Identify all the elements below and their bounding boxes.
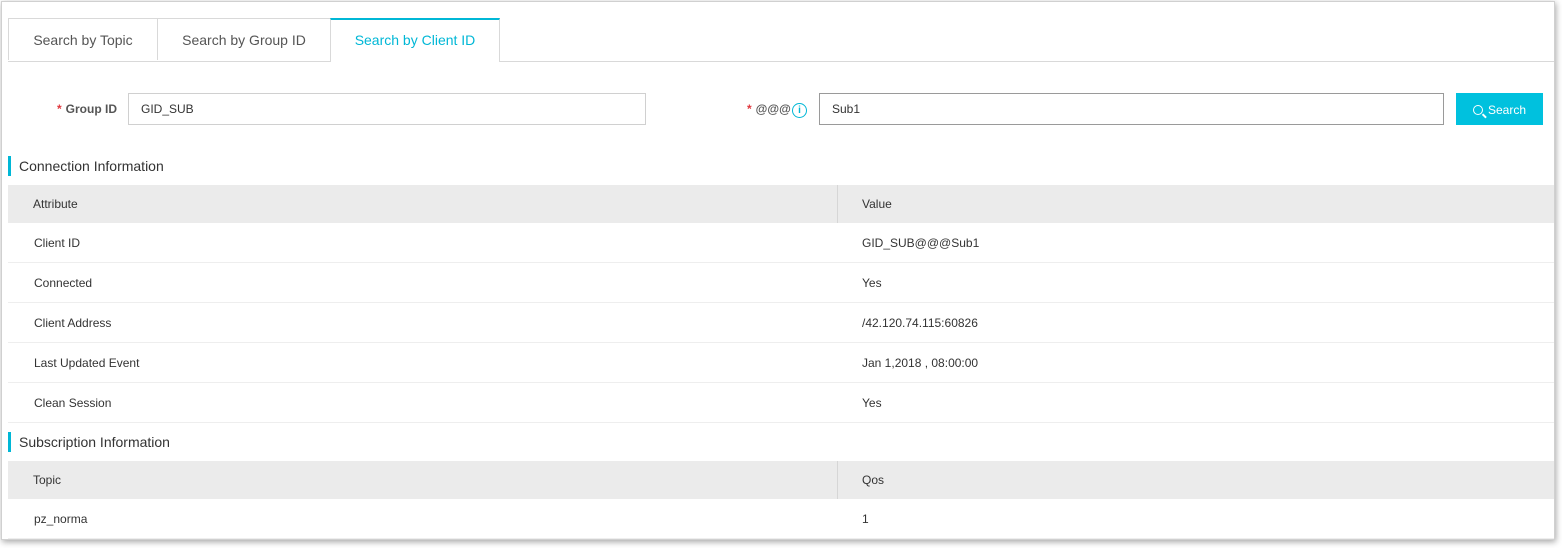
table-row: Last Updated Event Jan 1,2018 , 08:00:00	[8, 343, 1554, 383]
subscription-info-title: Subscription Information	[8, 432, 170, 452]
column-divider	[837, 461, 838, 499]
table-row: Connected Yes	[8, 263, 1554, 303]
table-header: Attribute Value	[8, 185, 1554, 223]
required-mark: *	[57, 102, 62, 116]
value-cell: Jan 1,2018 , 08:00:00	[862, 356, 979, 370]
subscription-info-table: Topic Qos pz_norma 1	[8, 461, 1554, 539]
column-header-attribute: Attribute	[33, 197, 78, 211]
tab-bar: Search by Topic Search by Group ID Searc…	[8, 18, 1554, 62]
attribute-cell: Clean Session	[34, 396, 112, 410]
group-id-input[interactable]: GID_SUB	[128, 93, 646, 125]
client-id-input[interactable]: Sub1	[819, 93, 1444, 125]
attribute-cell: Client Address	[34, 316, 112, 330]
group-id-label: * Group ID	[57, 102, 117, 116]
table-row: Clean Session Yes	[8, 383, 1554, 423]
table-row: pz_norma 1	[8, 499, 1554, 539]
attribute-cell: Last Updated Event	[34, 356, 140, 370]
value-cell: GID_SUB@@@Sub1	[862, 236, 980, 250]
column-header-qos: Qos	[862, 473, 885, 487]
topic-cell: pz_norma	[34, 512, 88, 526]
value-cell: Yes	[862, 396, 882, 410]
tab-search-by-client-id[interactable]: Search by Client ID	[330, 18, 500, 62]
attribute-cell: Client ID	[34, 236, 81, 250]
column-divider	[837, 185, 838, 223]
connection-info-table: Attribute Value Client ID GID_SUB@@@Sub1…	[8, 185, 1554, 423]
value-cell: Yes	[862, 276, 882, 290]
client-query-panel: Search by Topic Search by Group ID Searc…	[1, 1, 1555, 540]
info-icon[interactable]: i	[792, 103, 807, 118]
table-header: Topic Qos	[8, 461, 1554, 499]
value-cell: /42.120.74.115:60826	[862, 316, 978, 330]
attribute-cell: Connected	[34, 276, 93, 290]
qos-cell: 1	[862, 512, 869, 526]
search-icon	[1472, 105, 1483, 115]
table-row: Client Address /42.120.74.115:60826	[8, 303, 1554, 343]
column-header-value: Value	[862, 197, 892, 211]
client-suffix-label: * @@@	[747, 102, 791, 116]
required-mark: *	[747, 102, 752, 116]
column-header-topic: Topic	[33, 473, 62, 487]
tab-search-by-group-id[interactable]: Search by Group ID	[157, 18, 331, 60]
connection-info-title: Connection Information	[8, 156, 164, 176]
table-row: Client ID GID_SUB@@@Sub1	[8, 223, 1554, 263]
search-button[interactable]: Search	[1456, 93, 1543, 125]
tab-search-by-topic[interactable]: Search by Topic	[8, 18, 158, 60]
